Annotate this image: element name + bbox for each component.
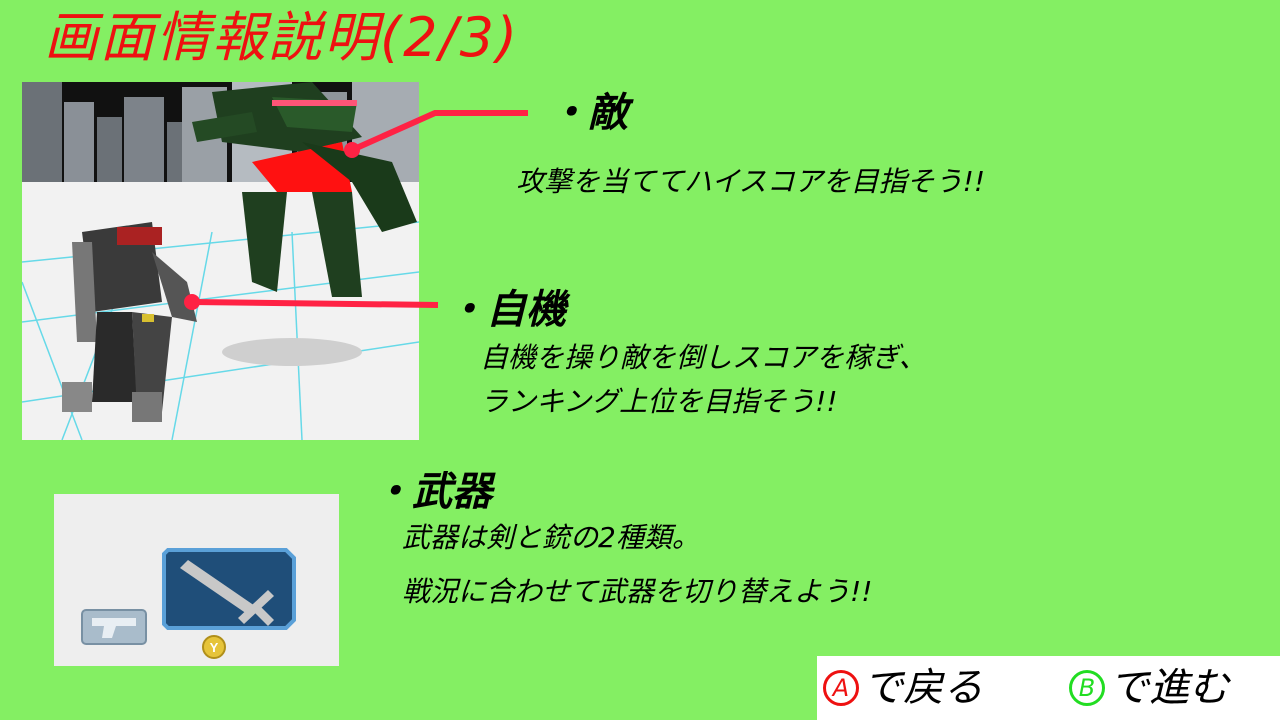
page-title: 画面情報説明(2/3) xyxy=(44,6,520,69)
forward-button[interactable]: B で進む xyxy=(1069,662,1229,714)
enemy-heading: ・敵 xyxy=(548,90,628,136)
player-heading: ・自機 xyxy=(446,287,566,333)
forward-label: で進む xyxy=(1109,665,1229,711)
gameplay-screenshot xyxy=(22,82,419,440)
weapon-hud-panel: Y xyxy=(54,494,339,666)
enemy-description: 攻撃を当ててハイスコアを目指そう!! xyxy=(516,165,986,198)
weapon-description-line-1: 武器は剣と銃の2種類。 xyxy=(402,521,700,554)
a-button-icon: A xyxy=(823,670,859,706)
b-button-icon: B xyxy=(1069,670,1105,706)
switch-weapon-button[interactable]: Y xyxy=(202,635,226,659)
navigation-bar: A で戻る B で進む xyxy=(817,656,1280,720)
player-description-line-1: 自機を操り敵を倒しスコアを稼ぎ、 xyxy=(480,341,927,374)
switch-weapon-button-label: Y xyxy=(210,640,219,655)
back-button[interactable]: A で戻る xyxy=(823,662,983,714)
weapon-heading: ・武器 xyxy=(372,469,492,515)
sword-icon xyxy=(162,548,296,630)
weapon-description-line-2: 戦況に合わせて武器を切り替えよう!! xyxy=(402,575,873,608)
gun-icon xyxy=(81,609,147,645)
back-label: で戻る xyxy=(863,665,983,711)
player-description-line-2: ランキング上位を目指そう!! xyxy=(480,385,838,418)
